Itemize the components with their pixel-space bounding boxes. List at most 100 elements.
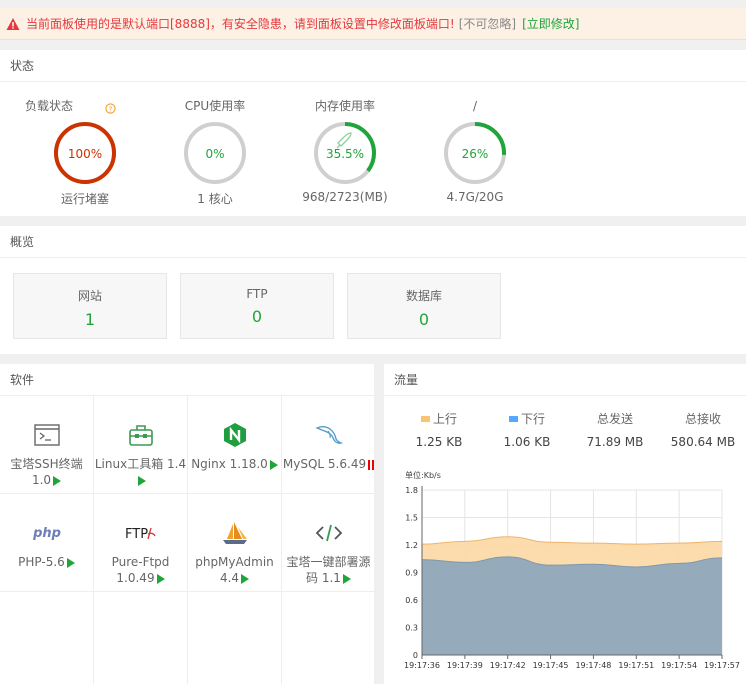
software-item[interactable]: Linux工具箱 1.4 [94,396,188,494]
x-tick-label: 19:17:45 [533,661,569,670]
gauge-value: 35.5% [326,147,364,161]
software-grid: 宝塔SSH终端 1.0 Linux工具箱 1.4 Nginx 1.18.0 MySQL… [0,396,376,684]
legend-swatch [508,415,518,422]
y-tick-label: 1.8 [405,486,418,495]
overview-databases[interactable]: 数据库 0 [347,273,501,339]
x-tick-label: 19:17:51 [618,661,654,670]
play-icon[interactable] [137,475,146,486]
rocket-icon[interactable] [336,132,352,149]
y-tick-label: 0.9 [405,569,418,578]
x-tick-label: 19:17:54 [661,661,697,670]
status-gauge[interactable]: CPU使用率 0% 1 核心 [155,98,275,207]
software-name: Nginx 1.18.0 [191,457,268,471]
overview-websites[interactable]: 网站 1 [13,273,167,339]
play-icon[interactable] [241,573,250,584]
software-item[interactable]: FTP Pure-Ftpd 1.0.49 [94,494,188,592]
traffic-stat-value: 71.89 MB [586,435,644,449]
overview-ftp-label: FTP [246,287,268,301]
nginx-icon [188,416,281,454]
warning-triangle-icon [6,17,20,30]
port-warning-alert: 当前面板使用的是默认端口[8888]，有安全隐患，请到面板设置中修改面板端口! … [0,8,746,40]
traffic-stat-value: 580.64 MB [670,435,736,449]
gauge-ring: 26% [444,122,506,184]
php-icon: php [0,514,93,552]
traffic-title: 流量 [384,364,746,396]
play-icon[interactable] [156,573,165,584]
stopped-icon[interactable] [368,459,375,470]
y-tick-label: 0.3 [405,624,418,633]
svg-text:FTP: FTP [125,527,148,542]
y-axis-unit-label: 单位:Kb/s [405,470,441,480]
traffic-stat-label: 下行 [520,412,545,426]
software-item[interactable]: php PHP-5.6 [0,494,94,592]
gauge-subtext: 1 核心 [197,192,233,206]
overview-ftp[interactable]: FTP 0 [180,273,334,339]
overview-databases-label: 数据库 [405,289,442,303]
gauge-ring: 0% [184,122,246,184]
overview-panel: 概览 网站 1 FTP 0 数据库 0 [0,226,746,354]
y-tick-label: 1.5 [405,514,418,523]
alert-fix-link[interactable]: [立即修改] [522,15,579,32]
gauge-value: 100% [68,147,102,161]
alert-ignore-text: [不可忽略] [458,17,517,31]
status-title: 状态 [0,50,746,82]
software-name: Linux工具箱 1.4 [94,457,187,471]
x-tick-label: 19:17:42 [490,661,526,670]
play-icon[interactable] [53,475,62,486]
gauge-ring: 35.5% [314,122,376,184]
software-empty-cell [94,592,188,684]
traffic-stat: 上行 1.25 KB [393,410,485,449]
traffic-stat-label: 上行 [432,412,457,426]
svg-text:php: php [32,526,61,541]
overview-ftp-count: 0 [251,307,263,326]
traffic-stat-label: 总发送 [596,412,633,426]
traffic-stat-value: 1.25 KB [415,435,463,449]
overview-title: 概览 [0,226,746,258]
sailboat-icon [188,514,281,552]
software-name: PHP-5.6 [18,555,65,569]
mysql-dolphin-icon [282,416,375,454]
y-tick-label: 0.6 [405,596,418,605]
gauge-subtext: 968/2723(MB) [302,190,388,204]
traffic-stat: 总发送 71.89 MB [569,410,661,449]
software-empty-cell [0,592,94,684]
play-icon[interactable] [269,459,278,470]
legend-swatch [420,415,430,422]
software-item[interactable]: 宝塔一键部署源码 1.1 [282,494,376,592]
software-item[interactable]: MySQL 5.6.49 [282,396,376,494]
software-name: MySQL 5.6.49 [282,457,367,471]
software-empty-cell [188,592,282,684]
software-name: 宝塔SSH终端 1.0 [10,457,83,487]
gauge-value: 0% [205,147,224,161]
gauge-value: 26% [462,147,489,161]
traffic-stat-label: 总接收 [684,412,721,426]
status-gauge[interactable]: 负载状态? 100% 运行堵塞 [25,98,145,207]
software-name: phpMyAdmin 4.4 [195,555,274,585]
status-gauge[interactable]: 内存使用率 35.5% 968/2723(MB) [285,98,405,204]
y-tick-label: 0 [413,651,418,660]
traffic-chart: 单位:Kb/s 0 0.3 0.6 0.9 1.2 1.5 1.8 19:17:36 19:17:… [404,470,740,670]
software-item[interactable]: Nginx 1.18.0 [188,396,282,494]
x-tick-label: 19:17:57 [704,661,740,670]
gauge-label: / [472,99,478,113]
terminal-icon [0,416,93,454]
gauge-label: 内存使用率 [314,99,375,113]
software-item[interactable]: 宝塔SSH终端 1.0 [0,396,94,494]
overview-databases-count: 0 [418,310,430,329]
x-tick-label: 19:17:36 [404,661,440,670]
traffic-stat-value: 1.06 KB [503,435,551,449]
gauge-label: CPU使用率 [184,99,246,113]
status-gauge[interactable]: / 26% 4.7G/20G [415,98,535,204]
series-area-1 [422,556,722,655]
y-tick-label: 1.2 [405,541,418,550]
code-icon [282,514,375,552]
software-name: 宝塔一键部署源码 1.1 [286,555,371,585]
play-icon[interactable] [66,557,75,568]
help-icon[interactable]: ? [105,102,116,114]
software-item[interactable]: phpMyAdmin 4.4 [188,494,282,592]
play-icon[interactable] [342,573,351,584]
overview-websites-label: 网站 [77,289,102,303]
alert-message: 当前面板使用的是默认端口[8888]，有安全隐患，请到面板设置中修改面板端口! [26,17,455,31]
software-empty-cell [282,592,376,684]
toolbox-icon [94,416,187,454]
